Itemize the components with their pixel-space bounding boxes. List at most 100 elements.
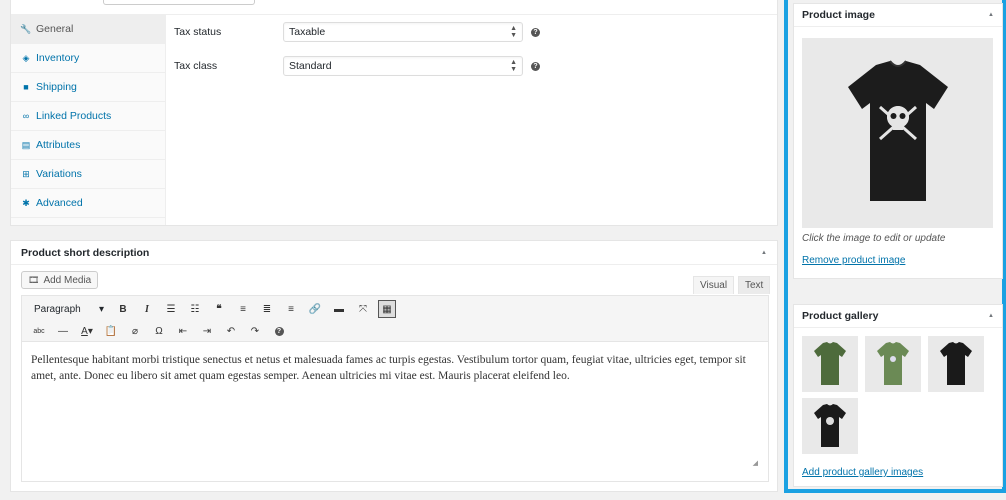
tshirt-thumbnail-black-skull bbox=[814, 404, 846, 447]
tab-label: Attributes bbox=[36, 139, 81, 151]
short-description-box: Product short description ▲ 🎞 Add Media V… bbox=[10, 240, 778, 492]
tab-general[interactable]: 🔧 General bbox=[11, 15, 165, 44]
horizontal-line-icon[interactable]: — bbox=[54, 322, 72, 340]
editor-paragraph: Pellentesque habitant morbi tristique se… bbox=[31, 354, 746, 382]
align-center-icon[interactable]: ≣ bbox=[258, 300, 276, 318]
align-right-icon[interactable]: ≡ bbox=[282, 300, 300, 318]
product-gallery-header[interactable]: Product gallery ▲ bbox=[794, 305, 1002, 328]
product-data-panel: 🔧 General ◈ Inventory ■ Shipping ∞ Linked Pr… bbox=[10, 0, 778, 226]
select-arrows-icon: ▲ ▼ bbox=[510, 59, 517, 73]
gallery-thumbnail[interactable] bbox=[802, 336, 858, 392]
add-gallery-images-link[interactable]: Add product gallery images bbox=[802, 467, 923, 478]
media-icon: 🎞 bbox=[28, 274, 40, 285]
blockquote-icon[interactable]: ❝ bbox=[210, 300, 228, 318]
product-image-caption: Click the image to edit or update bbox=[802, 233, 946, 244]
format-select[interactable]: Paragraph ▾ bbox=[30, 300, 108, 318]
gallery-thumbnail[interactable] bbox=[802, 398, 858, 454]
tab-label: Linked Products bbox=[36, 110, 112, 122]
tshirt-thumbnail-green bbox=[814, 342, 846, 385]
indent-icon[interactable]: ⇥ bbox=[198, 322, 216, 340]
collapse-arrow-icon[interactable]: ▲ bbox=[988, 313, 994, 319]
product-image-header[interactable]: Product image ▲ bbox=[794, 4, 1002, 27]
gear-icon: ✱ bbox=[22, 197, 30, 208]
tab-label: Variations bbox=[36, 168, 82, 180]
help-icon[interactable]: ? bbox=[531, 61, 540, 71]
clear-formatting-icon[interactable]: ⌀ bbox=[126, 322, 144, 340]
tab-label: Shipping bbox=[36, 81, 77, 93]
gallery-thumbnail[interactable] bbox=[928, 336, 984, 392]
italic-icon[interactable]: I bbox=[138, 300, 156, 318]
fullscreen-icon[interactable]: ⤧ bbox=[354, 300, 372, 318]
grid-icon: ⊞ bbox=[22, 168, 30, 179]
wrench-icon: 🔧 bbox=[20, 23, 32, 34]
product-type-select[interactable] bbox=[103, 0, 255, 5]
paste-text-icon[interactable]: 📋 bbox=[102, 322, 120, 340]
tab-label: Advanced bbox=[36, 197, 83, 209]
tab-label: General bbox=[36, 23, 74, 35]
add-media-label: Add Media bbox=[43, 274, 92, 286]
help-icon[interactable]: ? bbox=[270, 322, 288, 340]
format-select-value: Paragraph bbox=[34, 303, 81, 315]
tag-icon: ◈ bbox=[22, 52, 30, 63]
remove-product-image-link[interactable]: Remove product image bbox=[802, 255, 905, 266]
text-color-icon[interactable]: A ▾ bbox=[78, 322, 96, 340]
help-circle-icon: ? bbox=[274, 326, 284, 336]
tab-variations[interactable]: ⊞ Variations bbox=[11, 160, 165, 189]
link-icon: ∞ bbox=[22, 111, 30, 121]
product-image-title: Product image bbox=[802, 9, 875, 21]
tax-status-select[interactable]: Taxable ▲ ▼ bbox=[283, 22, 523, 42]
tax-class-value: Standard bbox=[289, 60, 332, 72]
product-gallery-box: Product gallery ▲ Add product gallery im… bbox=[793, 304, 1003, 487]
editor-content[interactable]: Pellentesque habitant morbi tristique se… bbox=[21, 342, 769, 482]
strikethrough-icon[interactable]: abc bbox=[30, 322, 48, 340]
tab-label: Inventory bbox=[36, 52, 80, 64]
undo-icon[interactable]: ↶ bbox=[222, 322, 240, 340]
tab-linked-products[interactable]: ∞ Linked Products bbox=[11, 102, 165, 131]
product-type-strip bbox=[11, 0, 777, 15]
product-image[interactable] bbox=[802, 38, 993, 228]
help-icon[interactable]: ? bbox=[531, 27, 540, 37]
resize-handle-icon[interactable]: ◢ bbox=[753, 455, 758, 471]
tshirt-thumbnail-black bbox=[940, 342, 972, 385]
outdent-icon[interactable]: ⇤ bbox=[174, 322, 192, 340]
tax-status-value: Taxable bbox=[289, 26, 326, 38]
chevron-down-icon: ▾ bbox=[98, 303, 104, 315]
bullet-list-icon[interactable]: ☰ bbox=[162, 300, 180, 318]
add-media-button[interactable]: 🎞 Add Media bbox=[21, 271, 99, 289]
tab-inventory[interactable]: ◈ Inventory bbox=[11, 44, 165, 73]
read-more-icon[interactable]: ▬ bbox=[330, 300, 348, 318]
select-arrows-icon: ▲ ▼ bbox=[510, 25, 517, 39]
short-description-header[interactable]: Product short description ▲ bbox=[11, 241, 777, 265]
tshirt-thumbnail-light-green bbox=[877, 342, 909, 385]
product-gallery-title: Product gallery bbox=[802, 310, 879, 322]
toolbar-row-1: Paragraph ▾ B I ☰ ☷ ❝ ≡ ≣ ≡ 🔗 ▬ ⤧ ▦ bbox=[22, 298, 396, 320]
collapse-arrow-icon[interactable]: ▲ bbox=[988, 12, 994, 18]
tax-class-row: Tax class Standard ▲ ▼ ? bbox=[174, 49, 777, 83]
special-character-icon[interactable]: Ω bbox=[150, 322, 168, 340]
tab-text[interactable]: Text bbox=[738, 276, 771, 294]
toolbar-row-2: abc — A ▾ 📋 ⌀ Ω ⇤ ⇥ ↶ ↷ ? bbox=[22, 320, 288, 342]
collapse-arrow-icon[interactable]: ▲ bbox=[761, 250, 767, 256]
toolbar-toggle-icon[interactable]: ▦ bbox=[378, 300, 396, 318]
tax-class-label: Tax class bbox=[174, 60, 218, 72]
truck-icon: ■ bbox=[23, 82, 29, 92]
tax-status-label: Tax status bbox=[174, 26, 222, 38]
bold-icon[interactable]: B bbox=[114, 300, 132, 318]
general-fields: Tax status Taxable ▲ ▼ ? Tax class Standar… bbox=[174, 15, 777, 83]
tab-advanced[interactable]: ✱ Advanced bbox=[11, 189, 165, 218]
tab-shipping[interactable]: ■ Shipping bbox=[11, 73, 165, 102]
redo-icon[interactable]: ↷ bbox=[246, 322, 264, 340]
tshirt-image bbox=[847, 60, 948, 201]
tab-attributes[interactable]: ▤ Attributes bbox=[11, 131, 165, 160]
editor-toolbar: Paragraph ▾ B I ☰ ☷ ❝ ≡ ≣ ≡ 🔗 ▬ ⤧ ▦ abc —… bbox=[21, 295, 769, 342]
short-description-title: Product short description bbox=[21, 246, 150, 259]
align-left-icon[interactable]: ≡ bbox=[234, 300, 252, 318]
link-icon[interactable]: 🔗 bbox=[306, 300, 324, 318]
tab-visual[interactable]: Visual bbox=[693, 276, 735, 294]
product-image-box: Product image ▲ Click the image to edit … bbox=[793, 3, 1003, 279]
product-data-tabs: 🔧 General ◈ Inventory ■ Shipping ∞ Linked Pr… bbox=[11, 15, 166, 225]
list-icon: ▤ bbox=[21, 139, 31, 150]
numbered-list-icon[interactable]: ☷ bbox=[186, 300, 204, 318]
gallery-thumbnail[interactable] bbox=[865, 336, 921, 392]
tax-class-select[interactable]: Standard ▲ ▼ bbox=[283, 56, 523, 76]
